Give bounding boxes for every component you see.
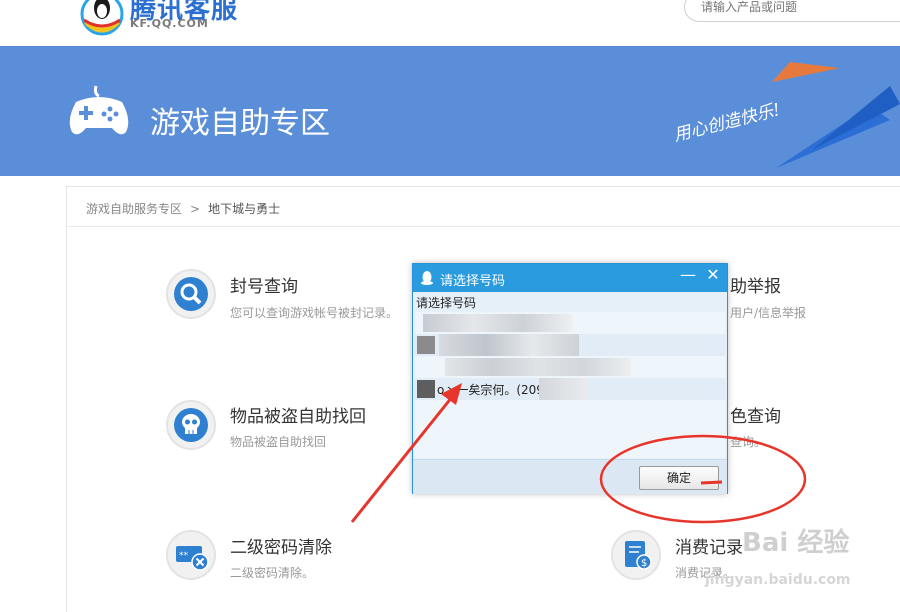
baidu-watermark: Bai 经验	[742, 528, 850, 558]
annotation-overlay	[350, 383, 807, 524]
baidu-watermark-url: jingyan.baidu.com	[705, 572, 851, 588]
red-underline-annotation	[700, 480, 723, 485]
red-arrow-annotation	[350, 391, 458, 523]
red-arrow-head	[441, 383, 462, 405]
red-circle-annotation	[599, 434, 807, 524]
